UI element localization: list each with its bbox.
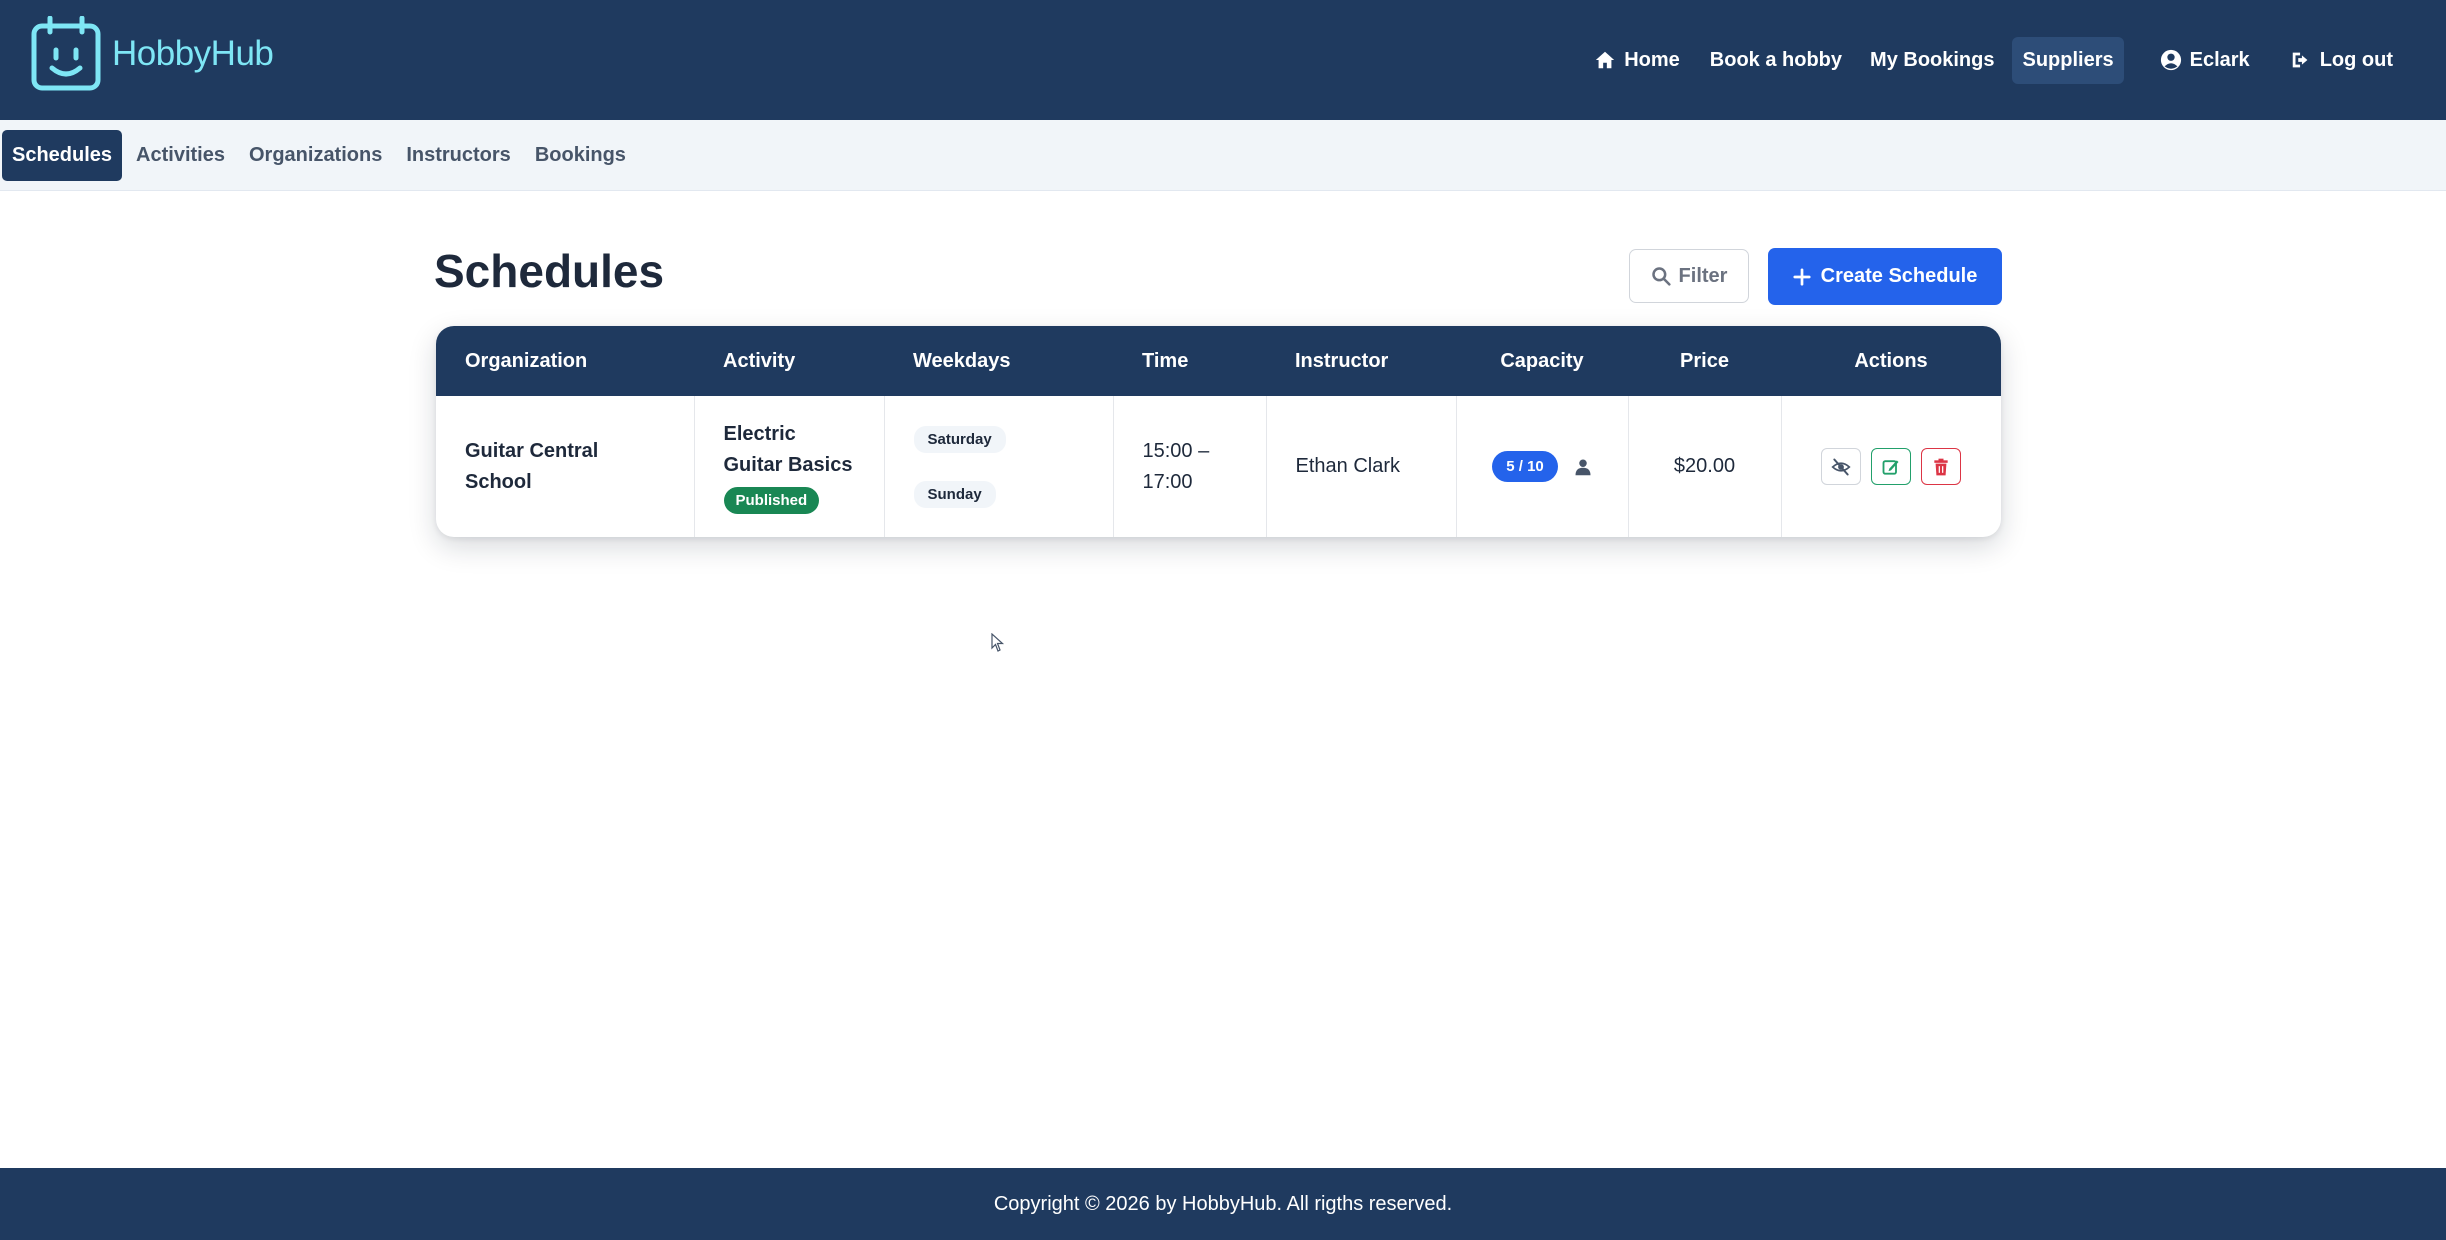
brand[interactable]: HobbyHub — [30, 16, 274, 92]
eye-slash-icon — [1831, 458, 1851, 475]
calendar-smile-logo-icon — [31, 16, 101, 91]
plus-icon — [1793, 267, 1811, 286]
cell-organization: Guitar Central School — [436, 396, 695, 537]
column-header-instructor: Instructor — [1295, 349, 1389, 372]
nav-home-label: Home — [1624, 48, 1680, 71]
nav-suppliers-label: Suppliers — [2022, 48, 2114, 71]
price-value: $20.00 — [1673, 455, 1736, 477]
nav-book-a-hobby[interactable]: Book a hobby — [1700, 37, 1852, 84]
subnav-schedules[interactable]: Schedules — [2, 129, 123, 181]
supplier-subnav: Schedules Activities Organizations Instr… — [0, 120, 2446, 191]
organization-name-line2: School — [465, 470, 532, 493]
subnav-bookings[interactable]: Bookings — [525, 130, 636, 181]
cell-price: $20.00 — [1628, 396, 1782, 537]
nav-logout-label: Log out — [2319, 48, 2393, 71]
nav-suppliers[interactable]: Suppliers — [2012, 36, 2124, 84]
column-header-price: Price — [1680, 349, 1729, 372]
cell-capacity: 5 / 10 — [1456, 396, 1629, 537]
logout-icon — [2292, 52, 2308, 68]
user-circle-icon — [2160, 49, 2181, 71]
delete-button[interactable] — [1921, 448, 1962, 485]
trash-icon — [1934, 458, 1948, 475]
footer: Copyright © 2026 by HobbyHub. All rigths… — [0, 1168, 2446, 1240]
time-start: 15:00 – — [1142, 439, 1210, 462]
nav-user-account[interactable]: Eclark — [2150, 37, 2260, 84]
nav-my-bookings[interactable]: My Bookings — [1860, 37, 2004, 84]
subnav-organizations[interactable]: Organizations — [239, 130, 392, 181]
unpublish-button[interactable] — [1821, 448, 1862, 485]
person-icon — [1575, 459, 1591, 475]
nav-my-bookings-label: My Bookings — [1870, 48, 1995, 71]
table-header-row: Organization Activity Weekdays Time Inst… — [436, 326, 2001, 396]
mouse-pointer-icon — [991, 633, 1005, 652]
brand-name: HobbyHub — [112, 34, 274, 73]
create-schedule-button[interactable]: Create Schedule — [1768, 248, 2002, 305]
nav-logout[interactable]: Log out — [2280, 37, 2403, 84]
cell-activity: Electric Guitar Basics Published — [694, 396, 885, 537]
column-header-weekdays: Weekdays — [913, 349, 1011, 372]
nav-book-a-hobby-label: Book a hobby — [1709, 48, 1843, 71]
filter-button-label: Filter — [1678, 264, 1728, 287]
cell-time: 15:00 – 17:00 — [1113, 396, 1267, 537]
create-schedule-label: Create Schedule — [1820, 265, 1978, 287]
nav-home[interactable]: Home — [1584, 37, 1690, 84]
page-title: Schedules — [434, 245, 665, 297]
weekday-badge: Sunday — [913, 480, 996, 508]
cell-actions — [1781, 396, 2001, 537]
table-row: Guitar Central School Electric Guitar Ba… — [436, 396, 2001, 537]
filter-button[interactable]: Filter — [1629, 249, 1749, 303]
home-icon — [1596, 51, 1615, 69]
column-header-time: Time — [1142, 349, 1189, 372]
time-end: 17:00 — [1142, 470, 1193, 493]
column-header-capacity: Capacity — [1500, 349, 1584, 372]
column-header-activity: Activity — [723, 349, 796, 372]
footer-copyright: Copyright © 2026 by HobbyHub. All rigths… — [993, 1192, 1453, 1215]
cell-weekdays: Saturday Sunday — [884, 396, 1114, 537]
edit-button[interactable] — [1871, 448, 1912, 485]
main-nav: Home Book a hobby My Bookings Suppliers … — [1584, 0, 2446, 120]
subnav-activities[interactable]: Activities — [126, 130, 235, 181]
organization-name-line1: Guitar Central — [465, 439, 599, 462]
edit-icon — [1882, 459, 1899, 475]
weekday-badge: Saturday — [913, 425, 1006, 453]
activity-name-line1: Electric — [723, 423, 796, 445]
subnav-instructors[interactable]: Instructors — [396, 130, 520, 181]
column-header-organization: Organization — [465, 349, 588, 372]
top-navbar: HobbyHub Home Book a hobby My Bookings S… — [0, 0, 2446, 120]
schedules-table: Organization Activity Weekdays Time Inst… — [436, 326, 2001, 537]
instructor-name: Ethan Clark — [1295, 455, 1401, 477]
status-badge: Published — [723, 487, 820, 514]
column-header-actions: Actions — [1854, 349, 1928, 372]
search-icon — [1651, 267, 1671, 286]
nav-user-label: Eclark — [2189, 48, 2250, 71]
capacity-badge: 5 / 10 — [1492, 451, 1558, 482]
cell-instructor: Ethan Clark — [1266, 396, 1457, 537]
activity-name-line2: Guitar Basics — [723, 454, 853, 476]
